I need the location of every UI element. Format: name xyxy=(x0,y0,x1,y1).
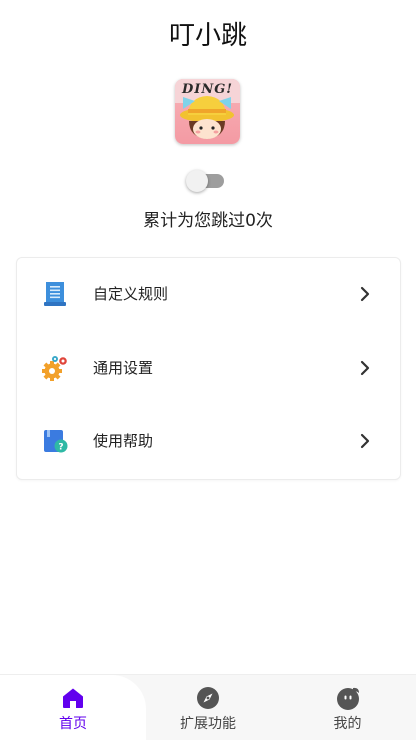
menu-item-label: 通用设置 xyxy=(93,359,154,377)
gears-icon xyxy=(42,356,67,381)
menu-item-label: 使用帮助 xyxy=(93,432,154,450)
app-title: 叮小跳 xyxy=(168,21,247,51)
tab-mine[interactable]: 我的 xyxy=(279,675,416,740)
menu-card: 自定义规则 通用设置 ? 使用帮助 xyxy=(16,257,401,480)
chevron-right-icon xyxy=(360,286,370,302)
svg-text:?: ? xyxy=(58,443,63,453)
tab-home[interactable]: 首页 xyxy=(0,675,146,740)
compass-icon xyxy=(197,687,219,709)
profile-face-icon xyxy=(336,687,359,710)
home-icon xyxy=(63,688,83,708)
chevron-right-icon xyxy=(360,360,370,376)
menu-item-label: 自定义规则 xyxy=(93,285,169,303)
app-logo: DING! xyxy=(175,79,240,144)
menu-item-custom-rules[interactable]: 自定义规则 xyxy=(17,258,400,331)
tab-label: 我的 xyxy=(333,716,362,732)
bottom-tab-bar: 首页 扩展功能 我的 xyxy=(0,674,416,740)
toggle-thumb xyxy=(186,170,208,192)
skip-counter-text: 累计为您跳过0次 xyxy=(143,211,273,231)
app-logo-text: DING! xyxy=(181,82,234,97)
tab-label: 扩展功能 xyxy=(180,716,236,732)
menu-item-help[interactable]: ? 使用帮助 xyxy=(17,405,400,478)
tab-label: 首页 xyxy=(59,716,87,732)
home-screen: 叮小跳 DING! 累计为您跳过0次 自定义规则 通用设置 ? 使用帮助 首页 … xyxy=(0,0,416,740)
tab-extensions[interactable]: 扩展功能 xyxy=(137,675,279,740)
help-book-icon: ? xyxy=(44,430,68,453)
menu-item-general-settings[interactable]: 通用设置 xyxy=(17,332,400,405)
service-toggle[interactable] xyxy=(186,170,224,192)
chevron-right-icon xyxy=(360,433,370,449)
document-list-icon xyxy=(44,282,66,306)
